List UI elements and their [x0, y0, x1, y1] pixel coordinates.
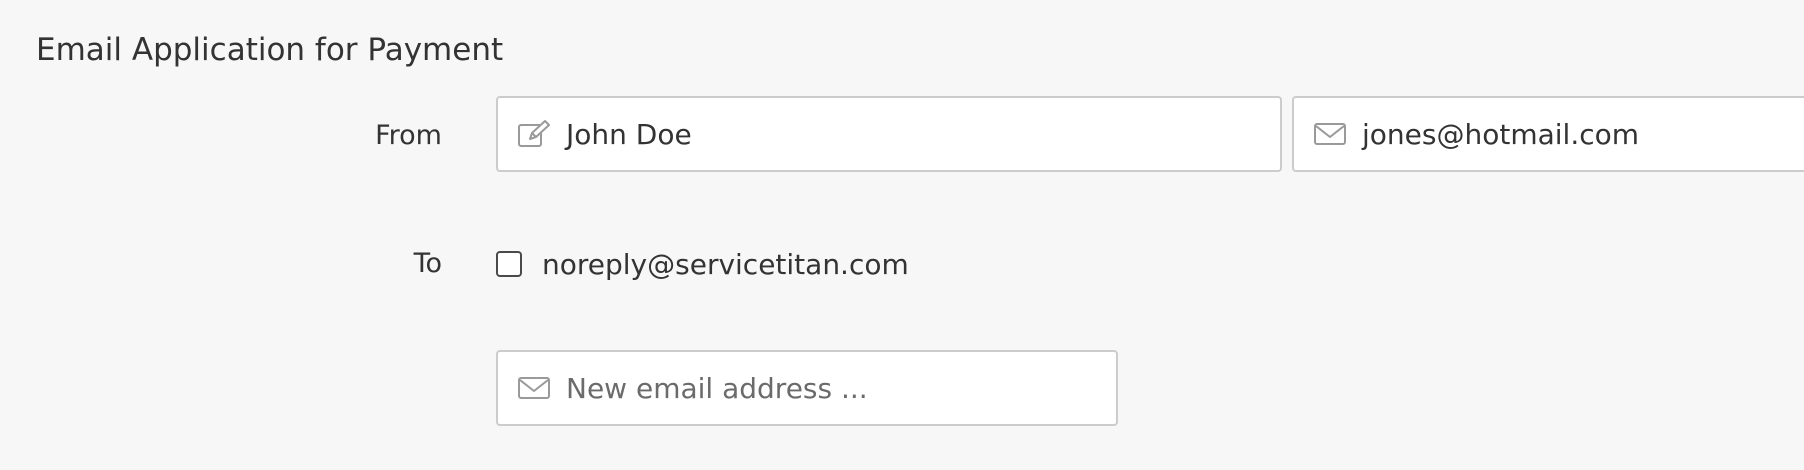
to-label: To [413, 248, 442, 279]
recipient-checkbox[interactable] [496, 251, 522, 277]
envelope-icon [516, 373, 552, 403]
from-label: From [375, 120, 442, 151]
new-email-field[interactable] [496, 350, 1118, 426]
recipient-option[interactable]: noreply@servicetitan.com [496, 244, 909, 284]
envelope-icon [1312, 119, 1348, 149]
edit-icon [516, 119, 552, 149]
new-email-input[interactable] [566, 371, 1086, 405]
page-title: Email Application for Payment [36, 32, 504, 68]
from-email-value: jones@hotmail.com [1362, 117, 1640, 151]
from-name-field[interactable]: John Doe [496, 96, 1282, 172]
recipient-address: noreply@servicetitan.com [542, 247, 909, 281]
from-name-value: John Doe [566, 117, 692, 151]
from-email-field[interactable]: jones@hotmail.com [1292, 96, 1804, 172]
